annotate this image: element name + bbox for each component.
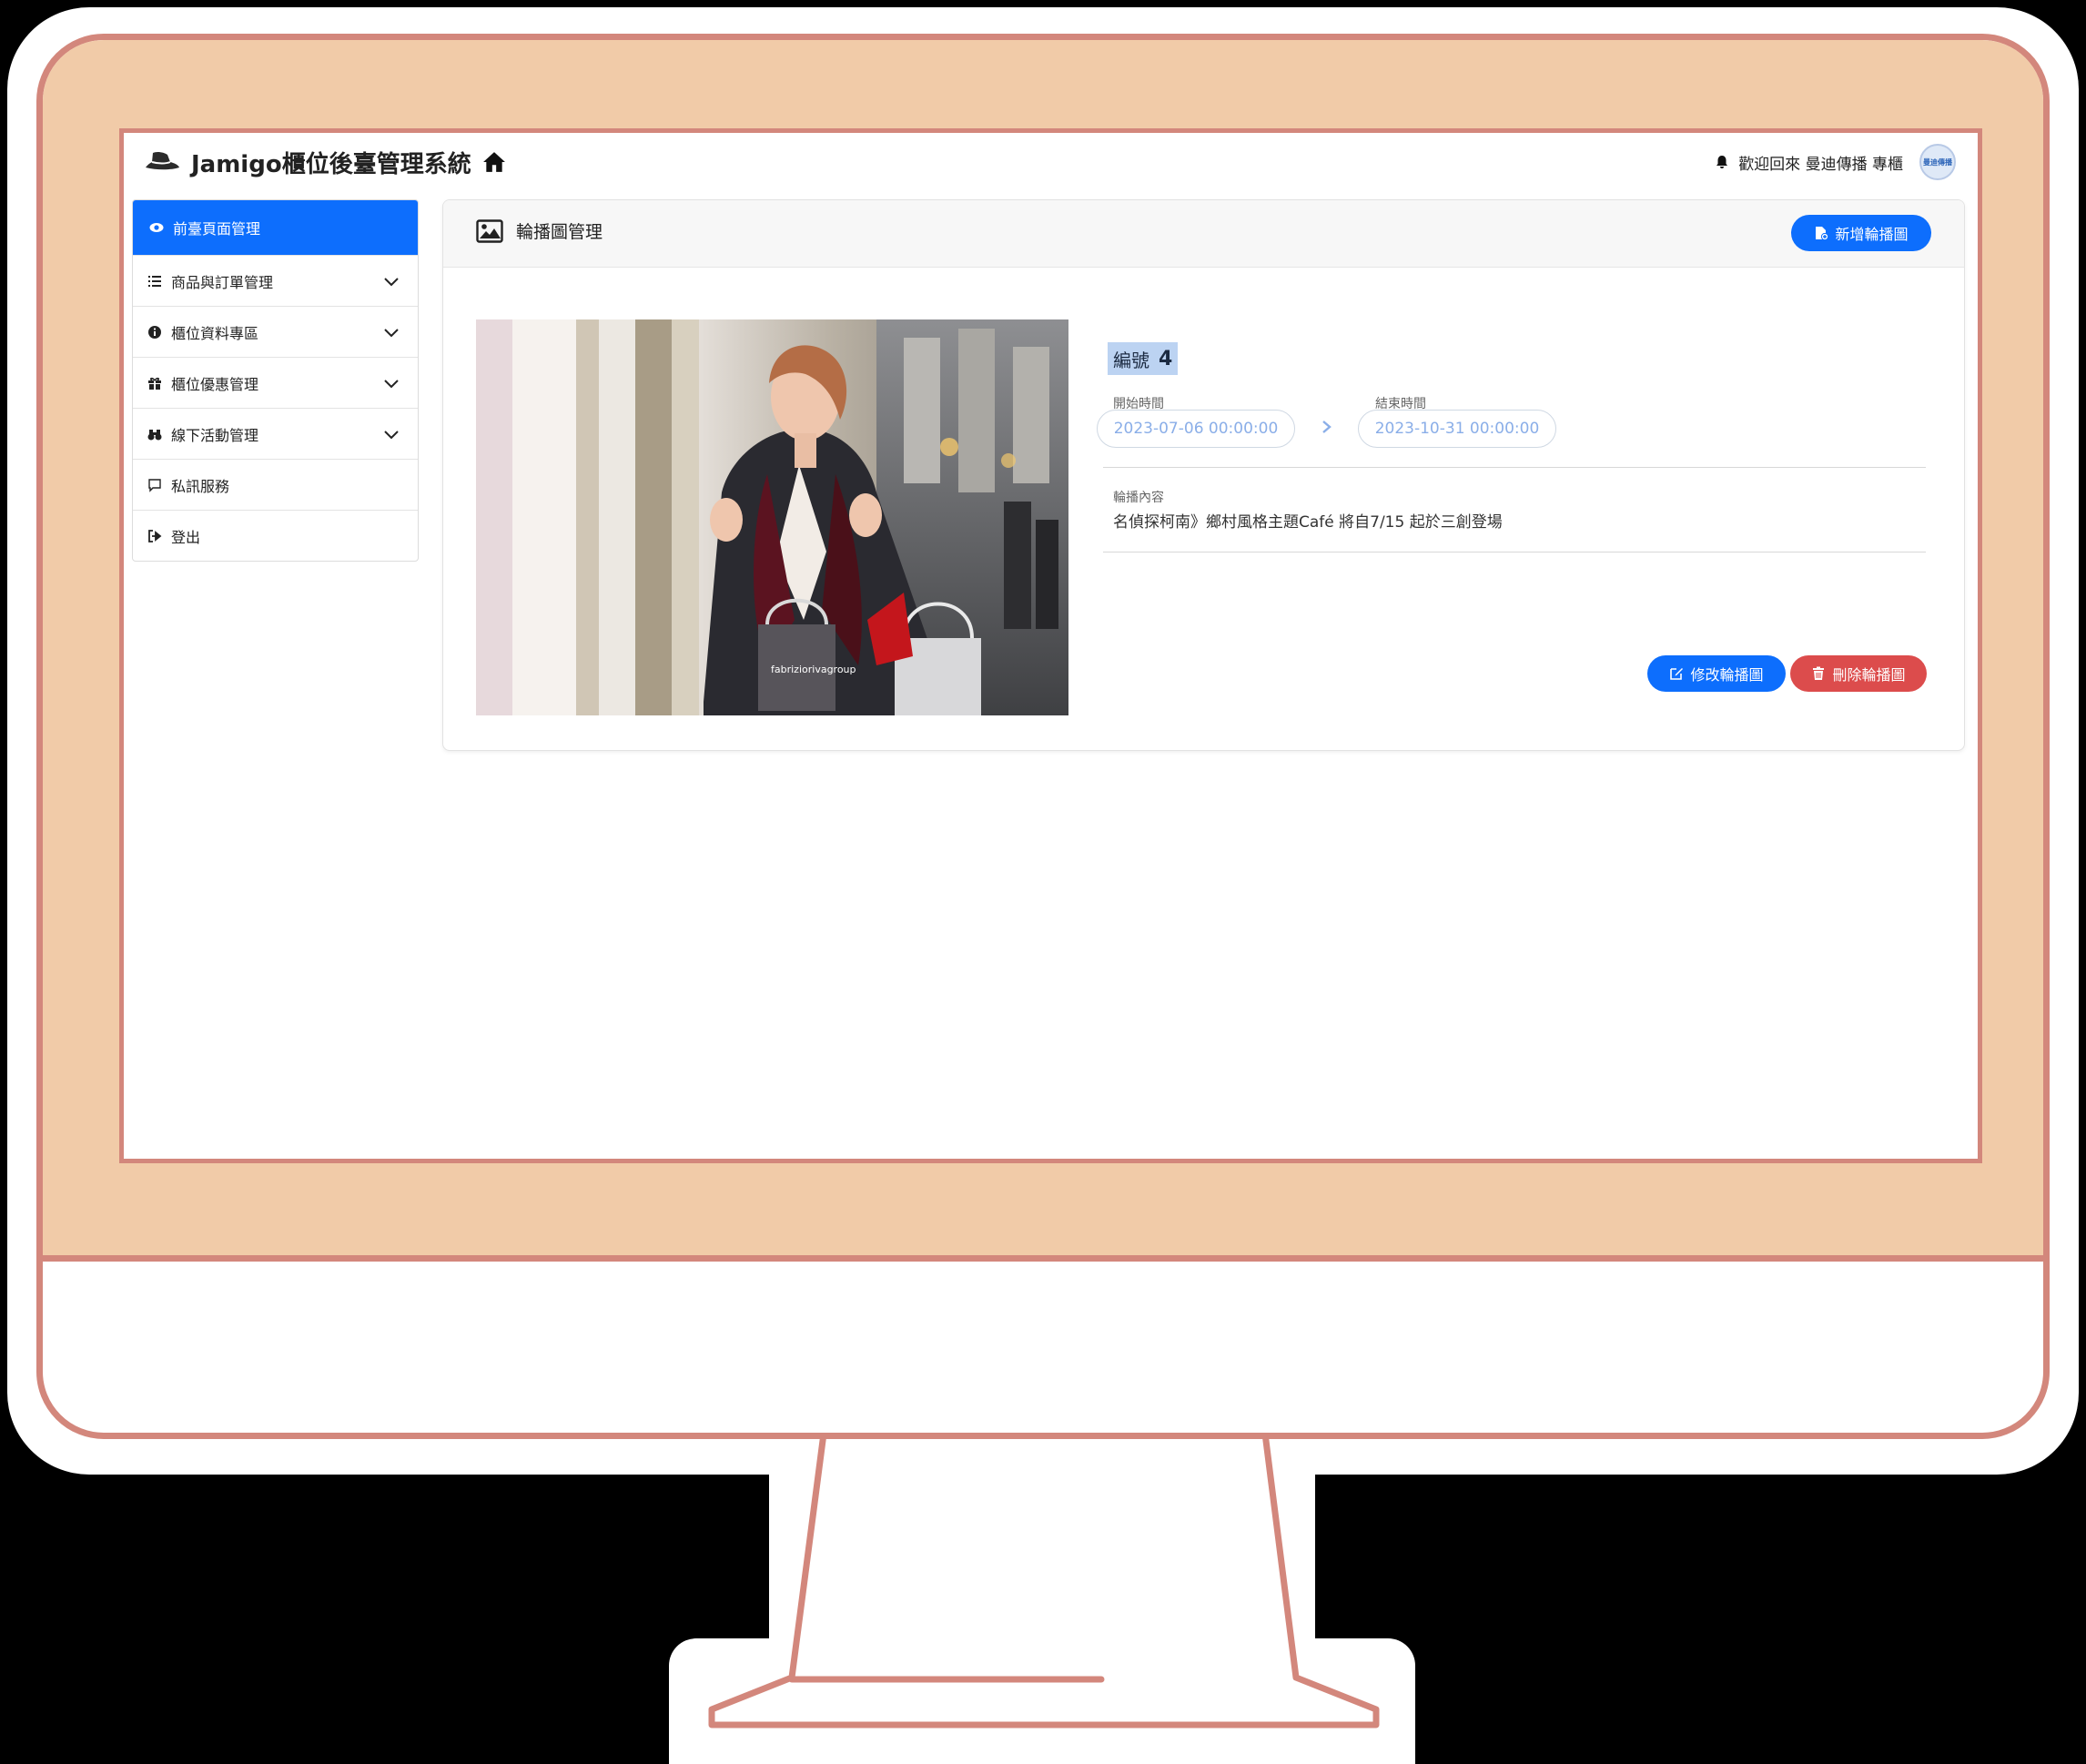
sidebar-item-products-orders[interactable]: 商品與訂單管理 [133, 255, 418, 306]
edit-carousel-button[interactable]: 修改輪播圖 [1647, 655, 1786, 692]
home-icon[interactable] [482, 150, 506, 174]
add-carousel-button[interactable]: 新增輪播圖 [1791, 215, 1931, 251]
id-value: 4 [1159, 347, 1173, 370]
image-icon [476, 218, 503, 243]
sidebar-item-messages[interactable]: 私訊服務 [133, 459, 418, 510]
edit-carousel-label: 修改輪播圖 [1690, 666, 1764, 684]
start-time-field[interactable]: 2023-07-06 00:00:00 [1097, 410, 1295, 448]
file-plus-icon [1816, 227, 1829, 240]
delete-carousel-button[interactable]: 刪除輪播圖 [1790, 655, 1927, 692]
page-title: 輪播圖管理 [516, 222, 603, 242]
chat-icon [148, 478, 161, 492]
monitor-screen: Jamigo櫃位後臺管理系統 歡迎回來 曼迪傳播 專櫃 曼迪傳播 前臺頁面管理 … [119, 128, 1982, 1163]
divider [1103, 552, 1926, 553]
sidebar-item-offline-events[interactable]: 線下活動管理 [133, 408, 418, 459]
add-carousel-label: 新增輪播圖 [1835, 226, 1909, 243]
sidebar: 前臺頁面管理 商品與訂單管理 櫃位資料專區 櫃位優惠管理 線下活動管理 私訊服務… [132, 199, 419, 562]
avatar[interactable]: 曼迪傳播 [1919, 144, 1956, 180]
content-value: 名偵探柯南》鄉村風格主題Café 將自7/15 起於三創登場 [1113, 513, 1503, 532]
card-header: 輪播圖管理 新增輪播圖 [443, 200, 1964, 268]
avatar-text: 曼迪傳播 [1923, 157, 1952, 167]
card-title: 輪播圖管理 [476, 218, 603, 243]
sidebar-item-frontend-pages[interactable]: 前臺頁面管理 [133, 200, 418, 255]
sidebar-item-label: 商品與訂單管理 [171, 273, 274, 291]
eye-icon [149, 223, 164, 232]
sidebar-item-counter-info[interactable]: 櫃位資料專區 [133, 306, 418, 357]
sidebar-item-label: 櫃位優惠管理 [171, 375, 259, 393]
divider [1103, 467, 1926, 468]
bag-brand-text: fabriziorivagroup [771, 664, 856, 675]
carousel-id: 編號 4 [1108, 342, 1179, 375]
logout-icon [148, 529, 162, 542]
top-bar: Jamigo櫃位後臺管理系統 歡迎回來 曼迪傳播 專櫃 曼迪傳播 [124, 133, 1978, 189]
chevron-down-icon[interactable] [383, 273, 400, 289]
brand[interactable]: Jamigo櫃位後臺管理系統 [144, 142, 506, 182]
sidebar-item-label: 登出 [171, 528, 201, 546]
sidebar-item-label: 前臺頁面管理 [173, 220, 261, 238]
list-icon [148, 275, 161, 287]
sidebar-item-label: 櫃位資料專區 [171, 324, 259, 342]
carousel-card: 輪播圖管理 新增輪播圖 fabriziorivagroup 編號 4 開始時間 … [442, 199, 1965, 751]
chevron-down-icon[interactable] [383, 426, 400, 442]
delete-carousel-label: 刪除輪播圖 [1832, 666, 1906, 684]
end-time-field[interactable]: 2023-10-31 00:00:00 [1358, 410, 1556, 448]
chevron-down-icon[interactable] [383, 375, 400, 391]
app-window: Jamigo櫃位後臺管理系統 歡迎回來 曼迪傳播 專櫃 曼迪傳播 前臺頁面管理 … [124, 133, 1978, 1159]
sidebar-item-label: 線下活動管理 [171, 426, 259, 444]
chevron-right-icon [1322, 421, 1332, 433]
bell-icon[interactable] [1715, 155, 1729, 169]
carousel-image: fabriziorivagroup [476, 319, 1068, 715]
monitor-bezel: Jamigo櫃位後臺管理系統 歡迎回來 曼迪傳播 專櫃 曼迪傳播 前臺頁面管理 … [43, 40, 2043, 1262]
id-label: 編號 [1113, 349, 1149, 371]
chevron-down-icon[interactable] [383, 324, 400, 340]
trash-icon [1813, 666, 1825, 680]
monitor: Jamigo櫃位後臺管理系統 歡迎回來 曼迪傳播 專櫃 曼迪傳播 前臺頁面管理 … [36, 34, 2050, 1439]
user-box: 歡迎回來 曼迪傳播 專櫃 曼迪傳播 [1715, 144, 1956, 180]
info-icon [148, 325, 161, 339]
welcome-text: 歡迎回來 曼迪傳播 專櫃 [1738, 155, 1903, 174]
sidebar-item-promotions[interactable]: 櫃位優惠管理 [133, 357, 418, 408]
sidebar-item-logout[interactable]: 登出 [133, 510, 418, 561]
sidebar-item-label: 私訊服務 [171, 477, 230, 495]
edit-icon [1670, 668, 1684, 680]
content-label: 輪播內容 [1113, 491, 1164, 505]
hat-logo-icon [146, 151, 179, 170]
gift-icon [148, 377, 161, 390]
binoculars-icon [147, 429, 162, 440]
app-title: Jamigo櫃位後臺管理系統 [191, 150, 471, 178]
